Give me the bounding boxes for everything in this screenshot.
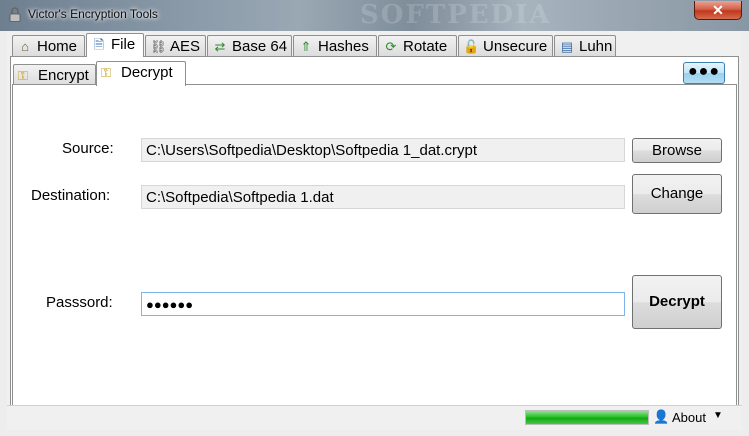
padlock-icon (9, 7, 21, 22)
shuffle-icon: ⇄ (214, 39, 226, 54)
tab-decrypt[interactable]: ⚿ Decrypt (96, 61, 186, 86)
tab-base64[interactable]: ⇄ Base 64 (207, 35, 292, 56)
hash-icon: ⇑ (300, 39, 312, 54)
close-button[interactable]: ✕ (694, 1, 742, 20)
progress-bar (525, 410, 649, 425)
decrypt-panel: Source: C:\Users\Softpedia\Desktop\Softp… (12, 84, 737, 408)
tab-hashes[interactable]: ⇑ Hashes (293, 35, 377, 56)
app-window: Victor's Encryption Tools SOFTPEDIA ✕ ⌂ … (0, 0, 749, 436)
chain-icon: ⛓ (150, 39, 167, 54)
user-icon: 👤 (653, 409, 670, 424)
client-area: ⌂ Home 🗎 File ⛓ AES ⇄ Base 64 ⇑ Hashes ⟳ (7, 31, 742, 430)
tab-home[interactable]: ⌂ Home (12, 35, 85, 56)
password-input[interactable]: ●●●●●● (141, 292, 625, 316)
source-label: Source: (62, 140, 114, 157)
title-bar[interactable]: Victor's Encryption Tools SOFTPEDIA ✕ (0, 0, 749, 31)
close-icon: ✕ (712, 2, 724, 18)
change-button[interactable]: Change (632, 174, 722, 214)
tab-label: Rotate (403, 38, 448, 55)
password-label: Passsord: (46, 294, 113, 311)
decrypt-button[interactable]: Decrypt (632, 275, 722, 329)
key-icon: ⚿ (18, 68, 28, 83)
file-tab-panel: ⚿ Encrypt ⚿ Decrypt ●●● Source: C:\Users… (10, 56, 739, 428)
status-bar: 👤 About ▼ (7, 405, 742, 430)
progress-fill (526, 411, 648, 424)
browse-button[interactable]: Browse (632, 138, 722, 163)
tab-label: File (111, 36, 136, 53)
card-icon: ▤ (560, 39, 574, 54)
rotate-icon: ⟳ (385, 39, 397, 54)
about-label: About (672, 410, 706, 425)
tab-file[interactable]: 🗎 File (86, 33, 144, 57)
padlock-open-icon: 🔓 (463, 39, 480, 54)
watermark-text: SOFTPEDIA (360, 0, 552, 30)
tab-label: Decrypt (121, 64, 173, 81)
window-title: Victor's Encryption Tools (28, 7, 158, 21)
tab-label: AES (170, 38, 201, 55)
source-field[interactable]: C:\Users\Softpedia\Desktop\Softpedia 1_d… (141, 138, 625, 162)
tab-label: Base 64 (232, 38, 288, 55)
chevron-down-icon: ▼ (713, 410, 723, 421)
tab-luhn[interactable]: ▤ Luhn (554, 35, 616, 56)
file-icon: 🗎 (93, 37, 105, 52)
tab-unsecure[interactable]: 🔓 Unsecure (458, 35, 553, 56)
more-options-button[interactable]: ●●● (683, 62, 725, 84)
tab-aes[interactable]: ⛓ AES (145, 35, 206, 56)
destination-field[interactable]: C:\Softpedia\Softpedia 1.dat (141, 185, 625, 209)
key-icon: ⚿ (101, 65, 111, 80)
tab-label: Luhn (579, 38, 613, 55)
tab-label: Home (37, 38, 78, 55)
tab-label: Unsecure (483, 38, 548, 55)
tab-label: Hashes (318, 38, 369, 55)
house-icon: ⌂ (21, 39, 29, 54)
destination-label: Destination: (31, 187, 111, 204)
tab-encrypt[interactable]: ⚿ Encrypt (13, 64, 96, 85)
tab-rotate[interactable]: ⟳ Rotate (378, 35, 457, 56)
tab-label: Encrypt (38, 67, 89, 84)
